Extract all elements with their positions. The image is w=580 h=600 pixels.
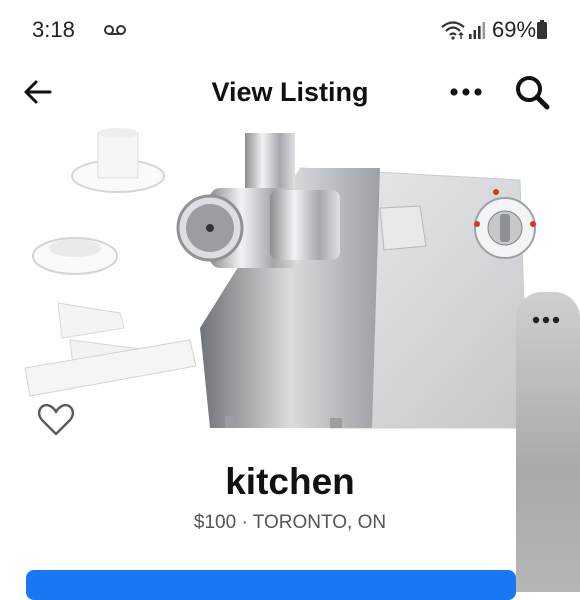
- wifi-icon: [441, 21, 465, 40]
- battery-icon: [537, 20, 547, 39]
- save-button[interactable]: [36, 400, 76, 440]
- search-icon: [516, 76, 550, 110]
- listing-title: kitchen: [225, 461, 355, 502]
- side-more-button[interactable]: [528, 310, 564, 330]
- app-header: View Listing: [0, 60, 580, 124]
- listing-meta: $100 · TORONTO, ON: [0, 512, 580, 534]
- listing-photo[interactable]: [0, 128, 580, 458]
- more-options-button[interactable]: [444, 78, 488, 106]
- more-horizontal-icon: [532, 316, 560, 324]
- grinder-attachments: [24, 128, 197, 397]
- meta-separator: ·: [241, 512, 248, 533]
- side-floating-panel: [516, 292, 580, 592]
- voicemail-icon: [104, 25, 126, 35]
- message-seller-button[interactable]: [26, 570, 516, 600]
- listing-location: TORONTO, ON: [252, 512, 387, 533]
- signal-icon: [469, 22, 486, 39]
- status-bar: 3:18 69%: [0, 0, 580, 60]
- status-time: 3:18: [32, 17, 75, 42]
- listing-price: $100: [193, 512, 237, 533]
- more-horizontal-icon: [450, 88, 482, 96]
- page-title: View Listing: [211, 77, 369, 107]
- grinder-machine: [176, 133, 536, 429]
- heart-outline-icon: [37, 403, 75, 436]
- battery-percentage: 69%: [492, 17, 537, 42]
- search-button[interactable]: [512, 72, 552, 112]
